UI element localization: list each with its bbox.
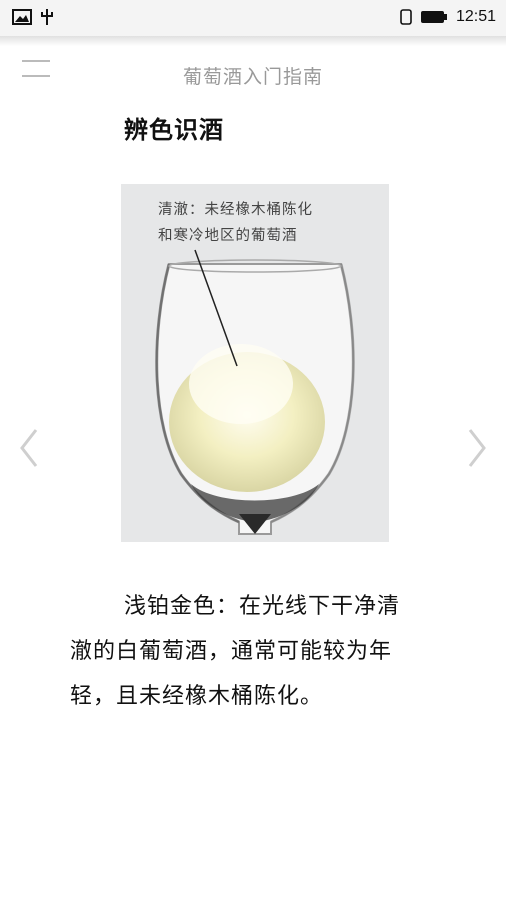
description-text: 浅铂金色：在光线下干净清澈的白葡萄酒，通常可能较为年轻，且未经橡木桶陈化。 [70,594,401,709]
section-heading: 辨色识酒 [124,116,224,144]
callout-line-2: 和寒冷地区的葡萄酒 [158,228,298,244]
app-title: 葡萄酒入门指南 [182,66,323,88]
chevron-right-icon[interactable] [462,418,492,478]
battery-icon [420,11,447,23]
usb-icon [41,9,53,25]
vibrate-icon [400,9,412,25]
clock: 12:51 [455,8,496,25]
image-icon [12,9,32,25]
status-bar: 12:51 [0,0,506,36]
header-shadow [0,36,506,46]
chevron-left-icon[interactable] [14,418,44,478]
image-callout: 清澈：未经橡木桶陈化 和寒冷地区的葡萄酒 [158,197,368,249]
callout-line-1: 清澈：未经橡木桶陈化 [158,202,313,218]
